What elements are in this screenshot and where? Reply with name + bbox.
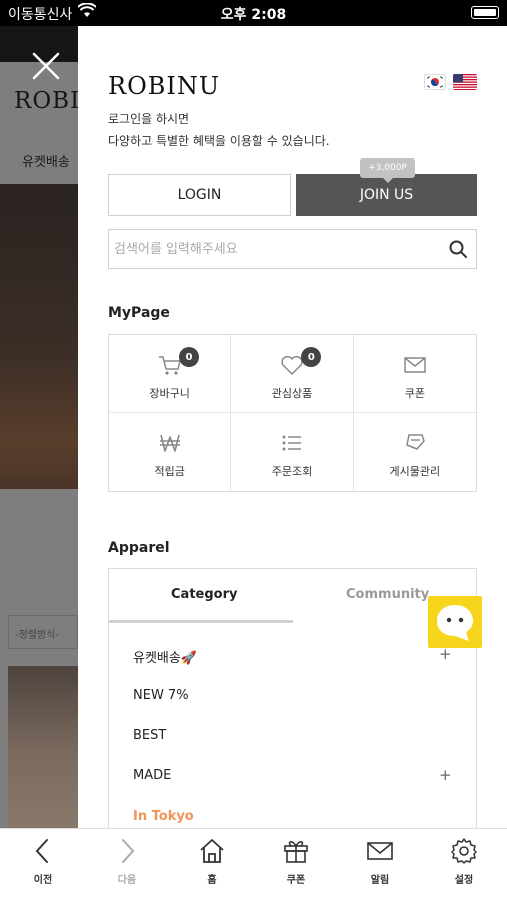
background-logo: ROBI <box>14 88 78 114</box>
gear-icon <box>451 838 477 864</box>
mypage-item-posts[interactable]: 게시물관리 <box>354 413 476 491</box>
category-item[interactable]: NEW 7% <box>133 688 189 703</box>
back-icon <box>35 839 48 863</box>
login-button[interactable]: LOGIN <box>108 174 291 216</box>
apparel-panel: Category Community 유켓배송🚀 + NEW 7% BEST M… <box>108 568 477 828</box>
expand-icon[interactable]: + <box>439 766 452 784</box>
mypage-item-label: 주문조회 <box>271 465 313 478</box>
tab-notifications[interactable]: 알림 <box>350 837 410 886</box>
background-hero-image <box>0 184 78 489</box>
background-product-image <box>8 666 78 828</box>
tab-forward[interactable]: 다음 <box>97 837 157 886</box>
tab-label: 쿠폰 <box>286 875 306 886</box>
us-flag-icon[interactable] <box>453 74 477 90</box>
mypage-item-orders[interactable]: 주문조회 <box>231 413 354 491</box>
tab-coupon[interactable]: 쿠폰 <box>266 837 326 886</box>
category-item[interactable]: In Tokyo <box>133 809 194 824</box>
apparel-tabs: Category Community <box>109 569 476 623</box>
tab-home[interactable]: 홈 <box>182 837 242 886</box>
search-input[interactable] <box>109 230 439 268</box>
mypage-item-label: 관심상품 <box>271 387 313 400</box>
active-tab-indicator <box>109 620 293 623</box>
mypage-item-wishlist[interactable]: 0 관심상품 <box>231 335 354 413</box>
mypage-item-points[interactable]: 적립금 <box>109 413 232 491</box>
background-sort-select: -정렬방식- <box>8 615 78 649</box>
tab-category[interactable]: Category <box>171 587 237 602</box>
cart-count-badge: 0 <box>179 347 199 367</box>
mypage-item-coupon[interactable]: 쿠폰 <box>353 335 476 413</box>
bottom-tab-bar: 이전 다음 홈 쿠폰 알림 설정 <box>0 828 507 900</box>
mypage-item-label: 쿠폰 <box>404 387 425 400</box>
category-item[interactable]: BEST <box>133 728 166 743</box>
mypage-item-label: 게시물관리 <box>389 465 441 478</box>
tab-settings[interactable]: 설정 <box>434 837 494 886</box>
apparel-title: Apparel <box>108 540 170 556</box>
greeting-line-2: 다양하고 특별한 혜택을 이용할 수 있습니다. <box>108 134 330 148</box>
side-drawer: ROBINU 로그인을 하시면 다양하고 특별한 혜택을 이용할 수 있습니다.… <box>78 26 507 828</box>
mail-icon <box>367 842 393 860</box>
mypage-item-label: 적립금 <box>154 465 185 478</box>
korean-flag-icon[interactable] <box>424 74 446 90</box>
tab-label: 홈 <box>207 875 217 886</box>
status-time: 오후 2:08 <box>220 7 287 23</box>
tab-back[interactable]: 이전 <box>13 837 73 886</box>
chat-bubble-icon <box>437 605 473 641</box>
category-item[interactable]: 유켓배송🚀 <box>133 647 197 666</box>
search-icon[interactable] <box>448 239 468 259</box>
join-bonus-badge: +3,000P <box>360 158 415 183</box>
tab-community[interactable]: Community <box>346 587 429 602</box>
mypage-item-cart[interactable]: 0 장바구니 <box>109 335 232 413</box>
tab-label: 이전 <box>33 875 53 886</box>
won-icon <box>159 434 180 452</box>
wishlist-count-badge: 0 <box>301 347 322 367</box>
list-icon <box>282 435 301 451</box>
close-icon[interactable] <box>30 50 62 82</box>
battery-icon <box>471 6 499 19</box>
mypage-title: MyPage <box>108 305 170 321</box>
forward-icon <box>122 839 135 863</box>
tab-label: 다음 <box>117 875 137 886</box>
greeting-line-1: 로그인을 하시면 <box>108 112 190 126</box>
board-icon <box>406 434 425 450</box>
background-nav-item: 유켓배송 <box>22 155 70 170</box>
category-item[interactable]: MADE <box>133 768 171 783</box>
status-bar: 이동통신사 오후 2:08 <box>0 0 507 26</box>
chat-button[interactable] <box>428 596 482 648</box>
tab-label: 알림 <box>370 875 390 886</box>
background-page[interactable]: ROBI 유켓배송 -정렬방식- <box>0 26 78 828</box>
home-icon <box>200 839 224 863</box>
tab-label: 설정 <box>454 875 474 886</box>
mypage-grid: 0 장바구니 0 관심상품 쿠폰 적립금 주문조회 게시물관리 <box>108 334 477 492</box>
search-box <box>108 229 477 269</box>
brand-logo[interactable]: ROBINU <box>108 72 220 100</box>
mypage-item-label: 장바구니 <box>149 387 190 400</box>
mail-icon <box>404 357 426 373</box>
gift-icon <box>284 841 308 863</box>
